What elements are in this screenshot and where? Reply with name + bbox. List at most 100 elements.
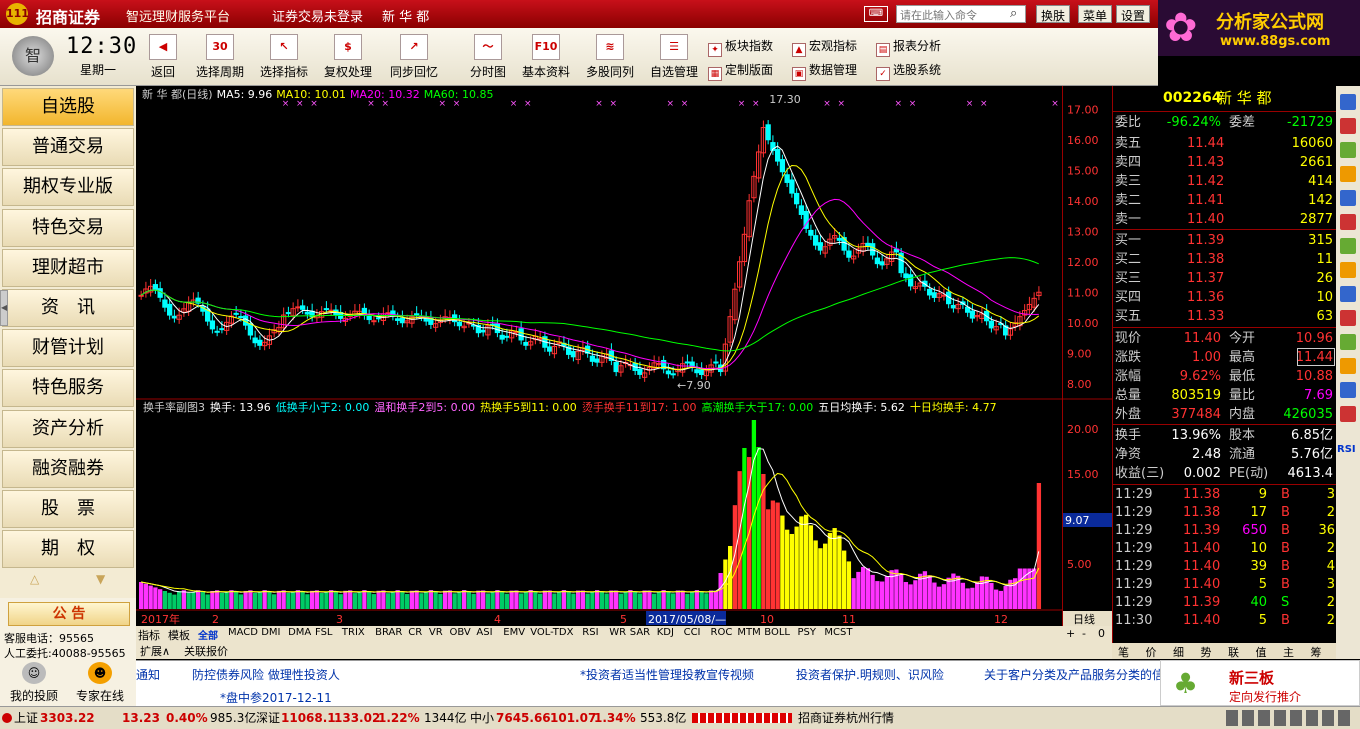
toolbar-button-4[interactable]: ↗ 同步回忆 bbox=[384, 32, 444, 84]
quote-tab-0[interactable]: 笔 bbox=[1118, 644, 1129, 660]
login-status[interactable]: 证券交易未登录 bbox=[272, 6, 363, 25]
quote-tab-6[interactable]: 主 bbox=[1283, 644, 1294, 660]
sidebar-item-2[interactable]: 期权专业版 bbox=[2, 168, 134, 207]
news-item-2[interactable]: *投资者适当性管理投教宣传视频 bbox=[580, 666, 754, 683]
quote-tab-3[interactable]: 势 bbox=[1201, 644, 1212, 660]
toolbar-button-0[interactable]: ◀ 返回 bbox=[146, 32, 180, 84]
sidebar-item-10[interactable]: 股 票 bbox=[2, 490, 134, 528]
xinsanban-ad[interactable]: ♣ 新三板 定向发行推介 bbox=[1160, 660, 1360, 706]
indicator-tab-23[interactable]: PSY bbox=[798, 627, 817, 638]
zoom-out-button[interactable]: - bbox=[1082, 627, 1086, 640]
indicator-tab-3[interactable]: MACD bbox=[228, 627, 258, 638]
right-strip-tool-icon[interactable] bbox=[1340, 358, 1356, 374]
sidebar-item-0[interactable]: 自选股 bbox=[2, 88, 134, 126]
quote-tab-4[interactable]: 联 bbox=[1228, 644, 1239, 660]
announcement-button[interactable]: 公 告 bbox=[8, 602, 130, 626]
sidebar-item-4[interactable]: 理财超市 bbox=[2, 248, 134, 287]
indicator-tab-18[interactable]: KDJ bbox=[657, 627, 674, 638]
user-avatar[interactable]: 智 bbox=[12, 36, 54, 76]
right-strip-tool-icon[interactable] bbox=[1340, 118, 1356, 134]
toolbar-small-button-5[interactable]: ✓ 选股系统 bbox=[876, 60, 941, 81]
news-item-3[interactable]: 投资者保护.明规则、识风险 bbox=[796, 666, 944, 683]
toolbar-button-1[interactable]: 30 选择周期 bbox=[190, 32, 250, 84]
right-strip-tool-icon[interactable] bbox=[1340, 334, 1356, 350]
indicator-tab-6[interactable]: FSL bbox=[315, 627, 333, 638]
settings-button[interactable]: 设置 bbox=[1116, 5, 1151, 23]
indicator-tab-9[interactable]: CR bbox=[408, 627, 422, 638]
sidebar-scroll-up-icon[interactable]: △ bbox=[30, 572, 39, 586]
zoom-in-button[interactable]: + bbox=[1066, 627, 1075, 640]
sidebar-item-8[interactable]: 资产分析 bbox=[2, 409, 134, 448]
indicator-tab-10[interactable]: VR bbox=[429, 627, 443, 638]
right-strip-tool-icon[interactable] bbox=[1340, 142, 1356, 158]
my-advisor-label[interactable]: 我的投顾 bbox=[10, 687, 58, 704]
toolbar-button-3[interactable]: $ 复权处理 bbox=[318, 32, 378, 84]
toolbar-button-8[interactable]: ☰ 自选管理 bbox=[644, 32, 704, 84]
skin-button[interactable]: 换肤 bbox=[1036, 5, 1071, 23]
news-item-1[interactable]: 防控债券风险 做理性投资人 bbox=[192, 666, 340, 683]
quote-tab-5[interactable]: 值 bbox=[1256, 644, 1267, 660]
right-strip-tool-icon[interactable] bbox=[1340, 262, 1356, 278]
news-sub-item[interactable]: *盘中参2017-12-11 bbox=[220, 689, 332, 706]
quote-tab-7[interactable]: 筹 bbox=[1311, 644, 1322, 660]
sidebar-item-1[interactable]: 普通交易 bbox=[2, 128, 134, 167]
sidebar-item-9[interactable]: 融资融券 bbox=[2, 449, 134, 488]
indicator-tab-13[interactable]: EMV bbox=[503, 627, 525, 638]
search-icon[interactable]: ⌕ bbox=[1010, 6, 1017, 21]
menu-button[interactable]: 菜单 bbox=[1078, 5, 1113, 23]
right-strip-tool-icon[interactable] bbox=[1340, 94, 1356, 110]
sidebar-item-7[interactable]: 特色服务 bbox=[2, 369, 134, 408]
rsi-shortcut[interactable]: RSI bbox=[1337, 444, 1356, 455]
indicator-tab-19[interactable]: CCI bbox=[684, 627, 701, 638]
indicator-tab-2[interactable]: 全部 bbox=[198, 627, 218, 642]
toolbar-small-button-1[interactable]: ▲ 宏观指标 bbox=[792, 36, 857, 57]
indicator-tab-22[interactable]: BOLL bbox=[764, 627, 790, 638]
toolbar-small-button-4[interactable]: ▣ 数据管理 bbox=[792, 60, 857, 81]
sidebar-item-6[interactable]: 财管计划 bbox=[2, 329, 134, 368]
sidebar-item-11[interactable]: 期 权 bbox=[2, 530, 134, 569]
keyboard-icon[interactable]: ⌨ bbox=[864, 6, 888, 22]
kline-chart-svg[interactable]: ×××××××××××××××××××××××××17.30←7.90新 华 都… bbox=[136, 86, 1144, 626]
indicator-tab-16[interactable]: WR bbox=[609, 627, 626, 638]
bottom-tab-1[interactable]: 关联报价 bbox=[184, 643, 228, 659]
expert-online-label[interactable]: 专家在线 bbox=[76, 687, 124, 704]
indicator-tab-7[interactable]: TRIX bbox=[342, 627, 365, 638]
indicator-tab-1[interactable]: 模板 bbox=[168, 627, 190, 643]
toolbar-button-5[interactable]: ～ 分时图 bbox=[458, 32, 518, 84]
indicator-tab-4[interactable]: DMI bbox=[261, 627, 280, 638]
indicator-tab-14[interactable]: VOL-TDX bbox=[530, 627, 573, 638]
bottom-tab-0[interactable]: 扩展∧ bbox=[140, 643, 170, 659]
command-input[interactable]: 请在此输入命令 bbox=[896, 5, 1026, 23]
sidebar-collapse-handle[interactable]: ◀ bbox=[0, 290, 8, 326]
indicator-tab-0[interactable]: 指标 bbox=[138, 627, 160, 643]
indicator-tab-20[interactable]: ROC bbox=[711, 627, 733, 638]
right-strip-tool-icon[interactable] bbox=[1340, 214, 1356, 230]
indicator-tab-8[interactable]: BRAR bbox=[375, 627, 402, 638]
indicator-tab-11[interactable]: OBV bbox=[450, 627, 471, 638]
chart-area[interactable]: ×××××××××××××××××××××××××17.30←7.90新 华 都… bbox=[136, 86, 1144, 626]
news-item-4[interactable]: 关于客户分类及产品服务分类的信 bbox=[984, 666, 1164, 683]
quote-tab-1[interactable]: 价 bbox=[1146, 644, 1157, 660]
right-strip-tool-icon[interactable] bbox=[1340, 190, 1356, 206]
indicator-tab-15[interactable]: RSI bbox=[582, 627, 598, 638]
toolbar-small-button-0[interactable]: ✦ 板块指数 bbox=[708, 36, 773, 57]
sidebar-item-5[interactable]: 资 讯 bbox=[2, 289, 134, 327]
right-strip-tool-icon[interactable] bbox=[1340, 310, 1356, 326]
sidebar-item-3[interactable]: 特色交易 bbox=[2, 208, 134, 247]
toolbar-button-6[interactable]: F10 基本资料 bbox=[516, 32, 576, 84]
indicator-tab-17[interactable]: SAR bbox=[630, 627, 650, 638]
right-strip-tool-icon[interactable] bbox=[1340, 286, 1356, 302]
right-strip-tool-icon[interactable] bbox=[1340, 382, 1356, 398]
toolbar-button-7[interactable]: ≋ 多股同列 bbox=[580, 32, 640, 84]
advisor-icon[interactable]: ☺ bbox=[22, 662, 46, 684]
status-tool-icons[interactable] bbox=[1226, 710, 1354, 726]
toolbar-button-2[interactable]: ↖ 选择指标 bbox=[254, 32, 314, 84]
toolbar-small-button-3[interactable]: ▦ 定制版面 bbox=[708, 60, 773, 81]
toolbar-small-button-2[interactable]: ▤ 报表分析 bbox=[876, 36, 941, 57]
news-item-0[interactable]: 通知 bbox=[136, 666, 160, 683]
indicator-tab-12[interactable]: ASI bbox=[476, 627, 492, 638]
indicator-tab-24[interactable]: MCST bbox=[824, 627, 852, 638]
top-ad-banner[interactable]: ✿ 分析家公式网 www.88gs.com bbox=[1158, 0, 1360, 56]
right-strip-tool-icon[interactable] bbox=[1340, 166, 1356, 182]
expert-icon[interactable]: ☻ bbox=[88, 662, 112, 684]
